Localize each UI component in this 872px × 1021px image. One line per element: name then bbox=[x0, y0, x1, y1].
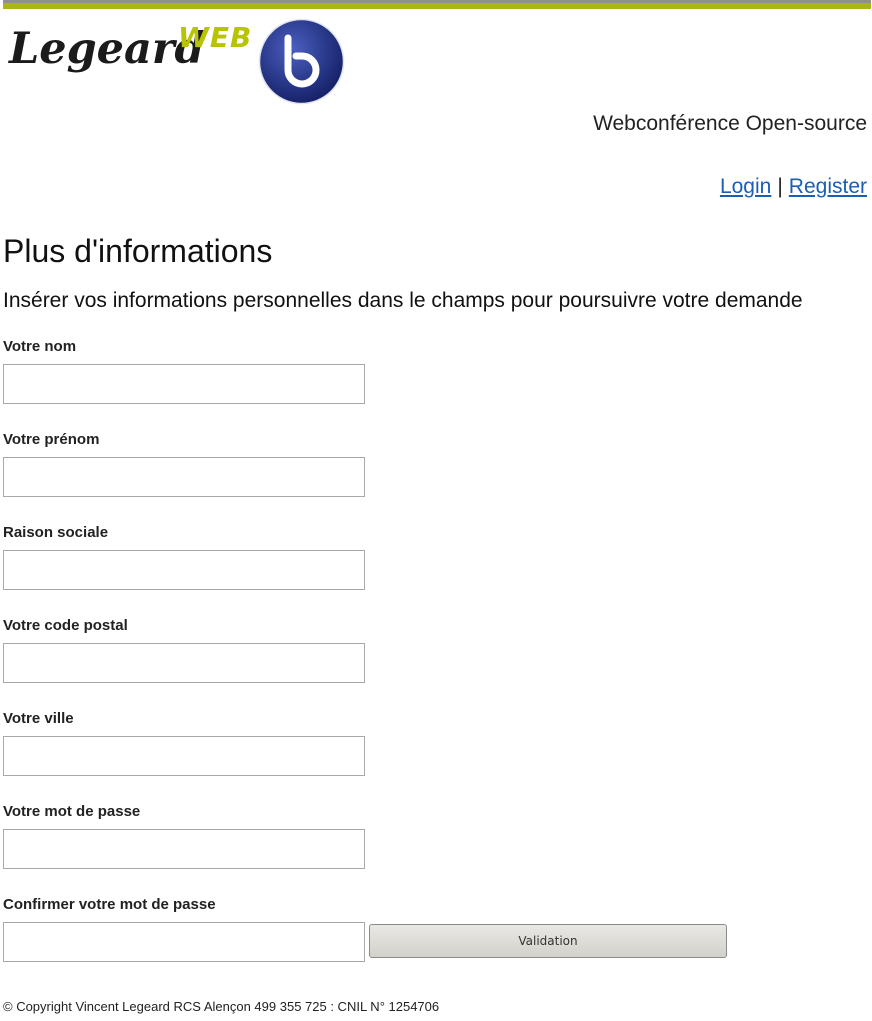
bigbluebutton-logo-icon bbox=[258, 18, 345, 105]
top-accent-bar bbox=[3, 0, 871, 10]
register-link[interactable]: Register bbox=[789, 175, 867, 198]
brand-logo-text: Legeard bbox=[9, 24, 205, 74]
company-name-input[interactable] bbox=[3, 550, 365, 590]
last-name-input[interactable] bbox=[3, 364, 365, 404]
validation-button[interactable]: Validation bbox=[369, 924, 727, 958]
auth-links: Login | Register bbox=[720, 175, 867, 199]
city-label: Votre ville bbox=[3, 710, 74, 727]
confirm-password-input[interactable] bbox=[3, 922, 365, 962]
password-label: Votre mot de passe bbox=[3, 803, 141, 820]
postal-code-label: Votre code postal bbox=[3, 617, 128, 634]
first-name-input[interactable] bbox=[3, 457, 365, 497]
page-subtitle: Insérer vos informations personnelles da… bbox=[3, 289, 803, 312]
company-name-label: Raison sociale bbox=[3, 524, 109, 541]
brand-logo-web: WEB bbox=[178, 21, 253, 54]
confirm-password-label: Confirmer votre mot de passe bbox=[3, 896, 216, 913]
page-title: Plus d'informations bbox=[3, 233, 273, 269]
city-input[interactable] bbox=[3, 736, 365, 776]
footer-copyright: © Copyright Vincent Legeard RCS Alençon … bbox=[3, 999, 440, 1014]
top-accent-bar-lime bbox=[3, 3, 871, 9]
auth-separator: | bbox=[777, 175, 783, 198]
login-link[interactable]: Login bbox=[720, 175, 771, 198]
last-name-label: Votre nom bbox=[3, 338, 77, 355]
site-tagline: Webconférence Open-source bbox=[593, 112, 867, 135]
first-name-label: Votre prénom bbox=[3, 431, 100, 448]
password-input[interactable] bbox=[3, 829, 365, 869]
postal-code-input[interactable] bbox=[3, 643, 365, 683]
